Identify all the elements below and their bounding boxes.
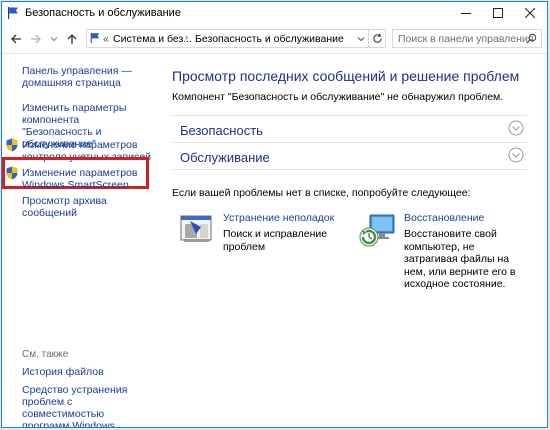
- maximize-icon: [493, 8, 503, 18]
- sidebar-home-link[interactable]: Панель управления — домашняя страница: [22, 65, 132, 89]
- task-desc-line: затрагивая файлы на: [404, 253, 510, 265]
- task-recovery-title[interactable]: Восстановление: [404, 212, 484, 224]
- security-flag-icon: [8, 7, 18, 19]
- address-bar-row: « Система и без... › Безопасность и обсл…: [2, 25, 547, 54]
- minimize-button[interactable]: [450, 2, 482, 24]
- sidebar-item-message-archive[interactable]: Просмотр архива сообщений: [22, 195, 152, 219]
- task-recovery[interactable]: Восстановление Восстановите свой компьют…: [358, 212, 528, 292]
- arrow-up-icon: [67, 34, 77, 44]
- up-button[interactable]: [64, 31, 80, 47]
- expand-chevron-icon[interactable]: [508, 147, 524, 163]
- security-flag-icon: [90, 32, 100, 44]
- task-recovery-desc: Восстановите свой компьютер, не затрагив…: [404, 228, 516, 291]
- task-desc-line: компьютер, не: [404, 240, 475, 253]
- sidebar-item-line: Просмотр архива сообщений: [22, 195, 107, 219]
- sidebar-item-line: проблем с совместимостью: [22, 396, 105, 420]
- see-also-label: См. также: [22, 349, 69, 360]
- back-button[interactable]: [8, 31, 24, 47]
- task-desc-line: Поиск и исправление: [223, 228, 328, 240]
- chevron-down-icon: [357, 36, 364, 41]
- maximize-button[interactable]: [482, 2, 514, 24]
- task-desc-line: нем, или верните его в: [404, 265, 516, 278]
- main-content: Просмотр последних сообщений и решение п…: [172, 54, 547, 427]
- task-troubleshooting-title[interactable]: Устранение неполадок: [223, 212, 334, 224]
- breadcrumb-item-system[interactable]: Система и без...: [113, 33, 192, 45]
- sidebar-item-line: Изменить параметры: [22, 102, 127, 114]
- section-security-label: Безопасность: [180, 123, 263, 138]
- sidebar-item-line: Средство устранения: [22, 384, 128, 396]
- task-desc-line: проблем: [223, 240, 266, 253]
- section-maintenance[interactable]: Обслуживание: [172, 142, 527, 170]
- address-box[interactable]: « Система и без... › Безопасность и обсл…: [86, 29, 386, 48]
- expand-chevron-icon[interactable]: [508, 120, 524, 136]
- window-title: Безопасность и обслуживание: [25, 7, 181, 19]
- breadcrumb-overflow[interactable]: «: [103, 33, 109, 45]
- breadcrumb-separator-icon[interactable]: ›: [185, 32, 188, 42]
- forward-button[interactable]: [28, 31, 44, 47]
- sidebar-item-smartscreen-settings[interactable]: Изменение параметров Windows SmartScreen: [22, 167, 137, 191]
- minimize-icon: [461, 13, 471, 14]
- sidebar-home-line: домашняя страница: [22, 77, 121, 89]
- page-title: Просмотр последних сообщений и решение п…: [172, 68, 520, 84]
- section-maintenance-label: Обслуживание: [180, 150, 270, 165]
- search-icon[interactable]: [526, 33, 537, 44]
- sidebar-item-line: Изменение параметров: [22, 167, 138, 179]
- section-security[interactable]: Безопасность: [172, 115, 527, 142]
- shield-icon: [6, 166, 18, 180]
- status-message: Компонент "Безопасность и обслуживание" …: [172, 91, 504, 103]
- task-desc-line: исходное состояние.: [404, 278, 506, 290]
- sidebar-item-file-history[interactable]: История файлов: [22, 366, 104, 378]
- arrow-right-icon: [31, 34, 41, 44]
- refresh-button[interactable]: [368, 30, 385, 47]
- task-troubleshooting[interactable]: Устранение неполадок Поиск и исправление…: [180, 212, 340, 253]
- recent-locations-button[interactable]: [46, 31, 62, 47]
- refresh-icon: [373, 33, 382, 43]
- breadcrumb-item-security[interactable]: Безопасность и обслуживание: [195, 33, 344, 45]
- arrow-left-icon: [11, 34, 21, 44]
- sidebar-item-line: компонента "Безопасность и: [22, 114, 102, 138]
- sidebar-item-compatibility-troubleshooter[interactable]: Средство устранения проблем с совместимо…: [22, 384, 152, 428]
- search-placeholder: Поиск в панели управления: [398, 33, 534, 45]
- task-troubleshooting-desc: Поиск и исправление проблем: [223, 228, 327, 253]
- recovery-icon: [359, 214, 395, 247]
- search-input[interactable]: Поиск в панели управления: [392, 29, 542, 48]
- close-icon: [525, 8, 535, 18]
- task-desc-line: Восстановите свой: [404, 228, 497, 240]
- sidebar-item-line: Изменение параметров: [22, 139, 138, 151]
- sidebar-item-line: Windows SmartScreen: [22, 179, 129, 191]
- shield-icon: [6, 138, 18, 152]
- sidebar-item-line: История файлов: [22, 366, 104, 378]
- sidebar: Панель управления — домашняя страница Из…: [2, 54, 152, 427]
- sidebar-home-line: Панель управления —: [22, 65, 132, 77]
- chevron-down-icon: [50, 37, 58, 42]
- address-dropdown-button[interactable]: [351, 30, 369, 47]
- control-panel-window: Безопасность и обслуживание « Система и …: [1, 1, 548, 428]
- title-bar: Безопасность и обслуживание: [2, 2, 547, 24]
- troubleshoot-icon: [180, 215, 212, 242]
- suggestion-hint: Если вашей проблемы нет в списке, попроб…: [172, 187, 471, 199]
- close-button[interactable]: [514, 2, 546, 24]
- sidebar-item-line: программ Windows: [22, 420, 115, 428]
